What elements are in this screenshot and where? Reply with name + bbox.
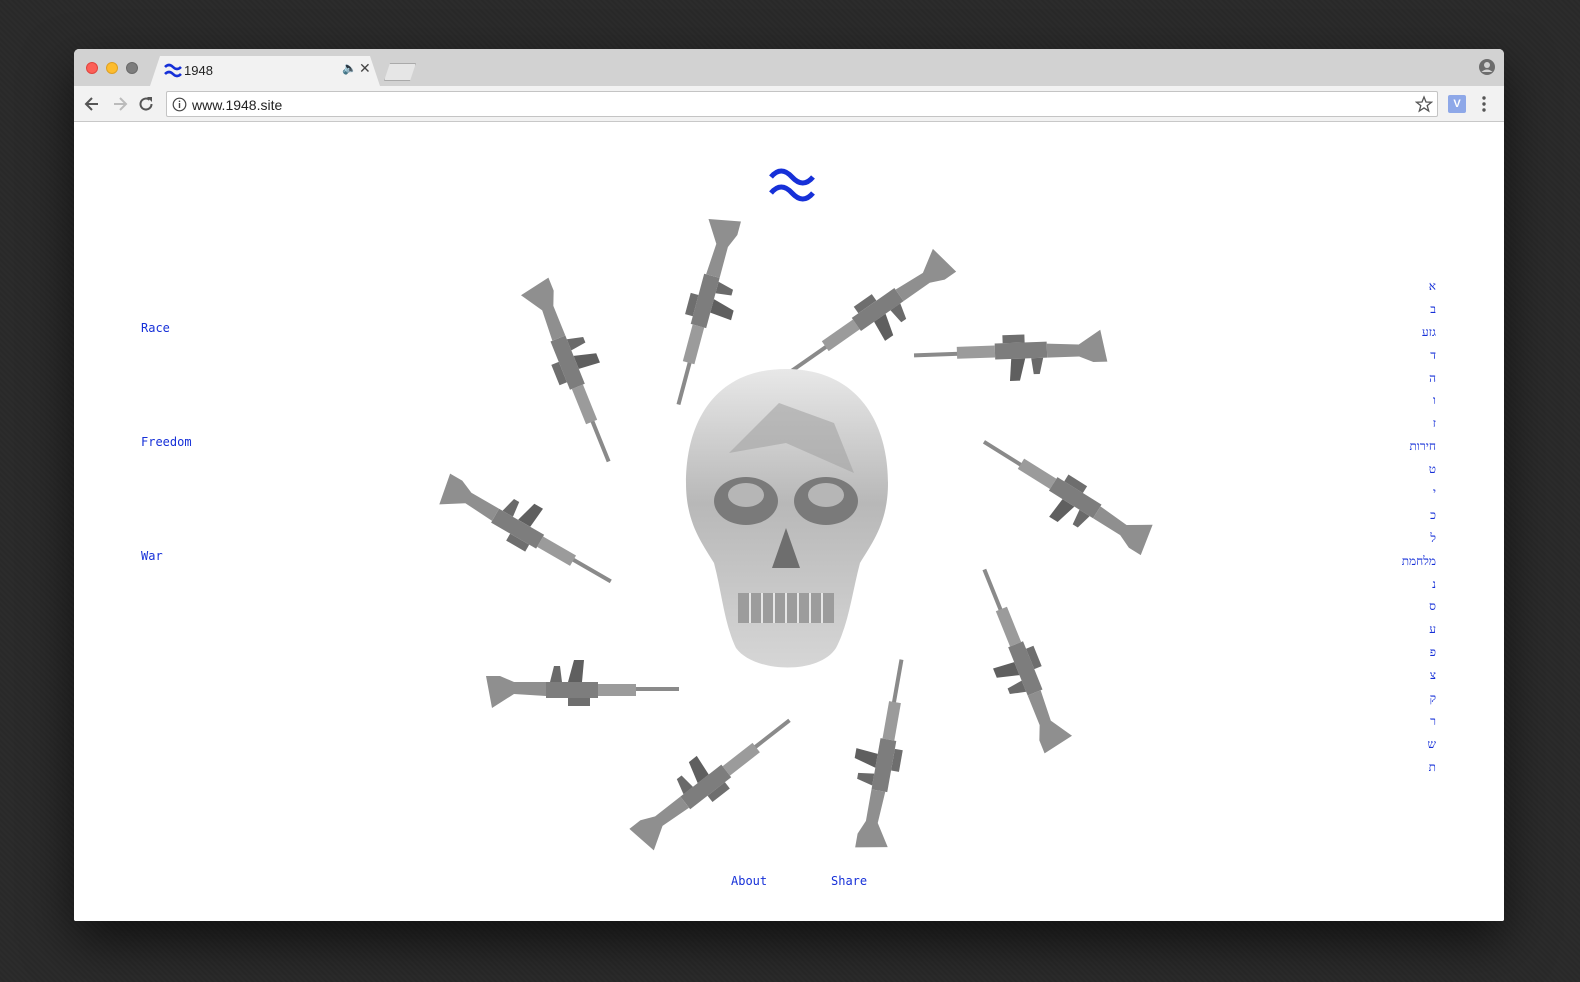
hebrew-index-item[interactable]: ל <box>1316 527 1436 550</box>
hebrew-index-item[interactable]: ר <box>1316 710 1436 733</box>
tab-title: 1948 <box>184 63 213 78</box>
hebrew-index-item[interactable]: ד <box>1316 344 1436 367</box>
hebrew-index-item[interactable]: נ <box>1316 573 1436 596</box>
hebrew-index-item[interactable]: א <box>1316 275 1436 298</box>
hebrew-index-item[interactable]: גזע <box>1316 321 1436 344</box>
about-link[interactable]: About <box>731 874 767 888</box>
new-tab-button[interactable] <box>384 63 416 81</box>
info-icon[interactable] <box>172 97 187 112</box>
browser-toolbar: www.1948.site V <box>74 86 1504 122</box>
hebrew-index-item[interactable]: חירות <box>1316 435 1436 458</box>
hebrew-index-item[interactable]: ש <box>1316 733 1437 756</box>
browser-window: 1948 🔈 ✕ www.1948.site V Race Freedom Wa… <box>74 49 1504 921</box>
url-text[interactable]: www.1948.site <box>192 97 282 113</box>
share-link[interactable]: Share <box>831 874 867 888</box>
forward-icon[interactable] <box>110 94 130 114</box>
profile-icon[interactable] <box>1478 58 1496 76</box>
close-window-button[interactable] <box>86 62 98 74</box>
favicon-icon <box>164 63 182 78</box>
minimize-window-button[interactable] <box>106 62 118 74</box>
nav-link-war[interactable]: War <box>141 549 163 563</box>
reload-icon[interactable] <box>136 94 156 114</box>
hebrew-index-item[interactable]: ק <box>1316 687 1436 710</box>
skull-icon <box>686 369 888 668</box>
hebrew-index-item[interactable]: ס <box>1316 595 1436 618</box>
hebrew-index-item[interactable]: כ <box>1316 504 1436 527</box>
site-logo-icon[interactable] <box>769 163 815 203</box>
more-menu-icon[interactable] <box>1476 94 1492 114</box>
nav-link-race[interactable]: Race <box>141 321 170 335</box>
skull-and-rifles-artwork <box>434 213 1158 855</box>
hebrew-index-item[interactable]: פ <box>1316 641 1436 664</box>
nav-link-freedom[interactable]: Freedom <box>141 435 192 449</box>
address-bar[interactable]: www.1948.site <box>166 91 1438 117</box>
speaker-icon[interactable]: 🔈 <box>342 61 357 75</box>
hebrew-index-item[interactable]: ב <box>1316 298 1436 321</box>
hebrew-index-item[interactable]: ת <box>1316 756 1436 779</box>
hebrew-index-item[interactable]: ה <box>1316 367 1436 390</box>
close-tab-icon[interactable]: ✕ <box>359 60 371 77</box>
hebrew-index-list: א ב גזע ד ה ו ז חירות ט י כ ל מלחמת נ ס … <box>1316 275 1436 779</box>
back-icon[interactable] <box>82 94 102 114</box>
extension-icon[interactable]: V <box>1448 95 1466 113</box>
hebrew-index-item[interactable]: ז <box>1316 412 1436 435</box>
hebrew-index-item[interactable]: מלחמת <box>1316 550 1436 573</box>
bookmark-star-icon[interactable] <box>1415 95 1433 113</box>
tab-strip: 1948 🔈 ✕ <box>74 49 1504 86</box>
page-viewport: Race Freedom War א ב גזע ד ה ו ז חירות ט… <box>74 123 1504 921</box>
hebrew-index-item[interactable]: י <box>1316 481 1436 504</box>
hebrew-index-item[interactable]: ט <box>1316 458 1436 481</box>
hebrew-index-item[interactable]: צ <box>1316 664 1436 687</box>
hebrew-index-item[interactable]: ו <box>1316 389 1436 412</box>
hebrew-index-item[interactable]: ע <box>1316 618 1436 641</box>
zoom-window-button[interactable] <box>126 62 138 74</box>
